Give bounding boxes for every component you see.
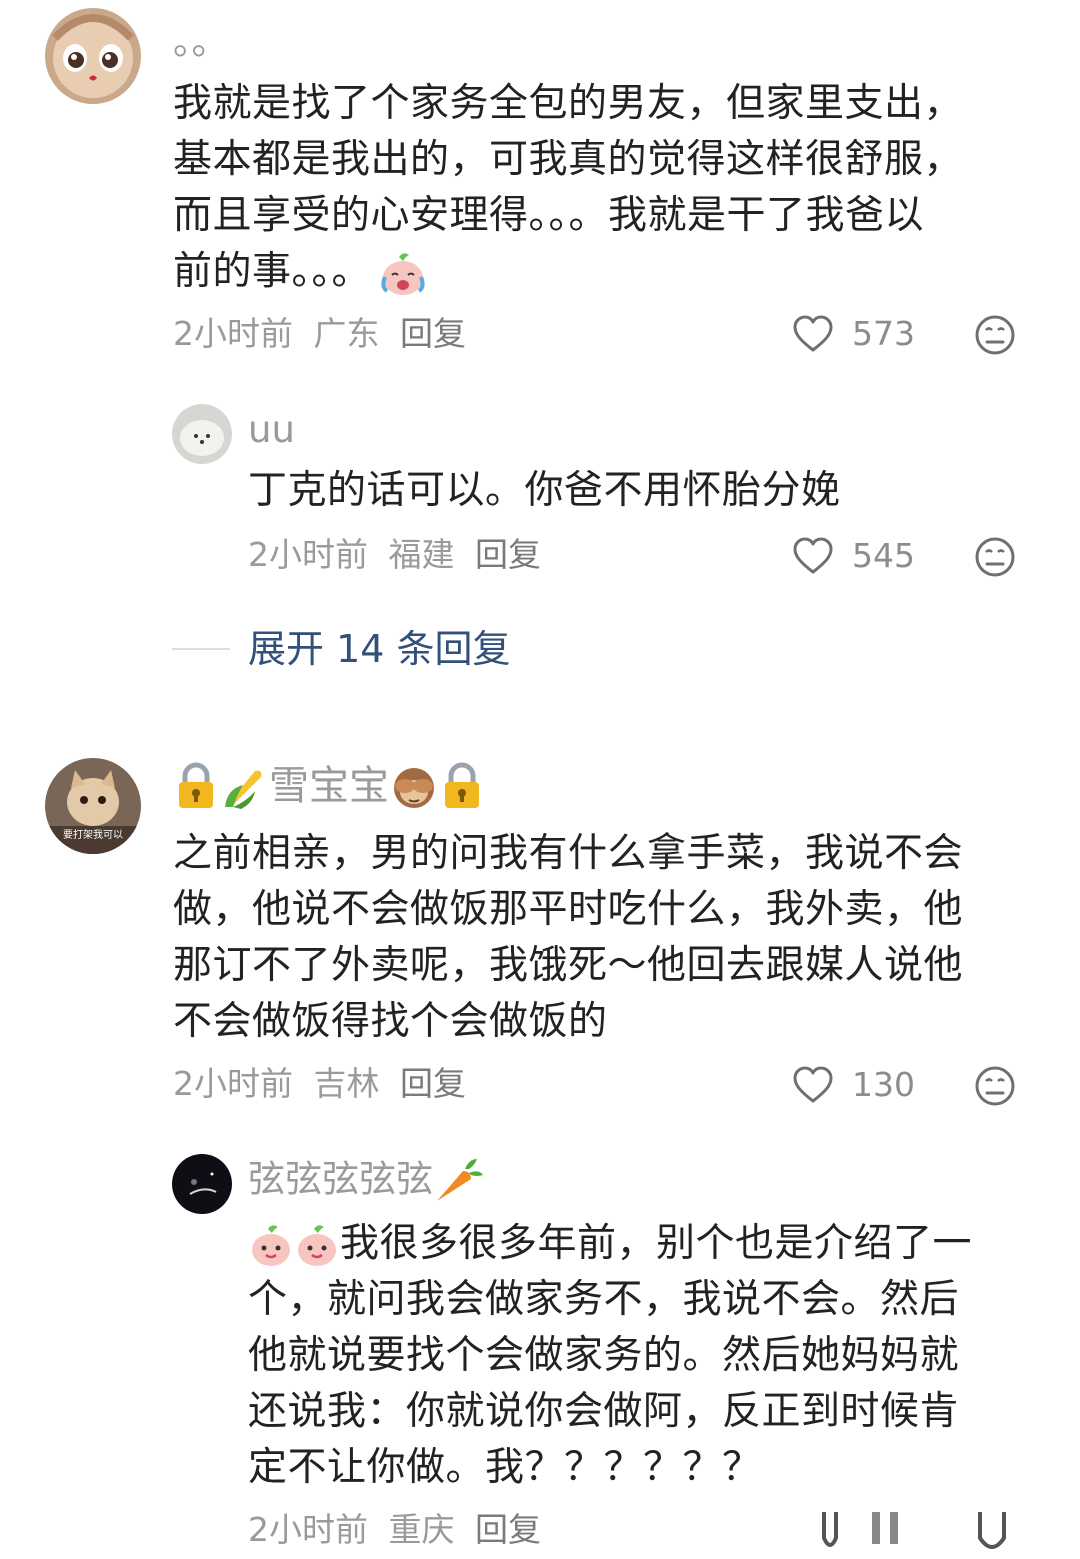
reply-button[interactable]: 回复 [400,314,466,353]
comment-location: 吉林 [313,1064,380,1103]
heart-outline-icon [793,537,833,574]
carrot-icon [433,1157,483,1203]
like-button[interactable]: 545 [792,534,915,578]
reply-location: 福建 [388,535,455,574]
avatar[interactable] [45,8,141,104]
like-count: 573 [852,314,915,353]
lock-icon [173,762,219,810]
neutral-face-icon [975,537,1015,577]
heart-outline-icon [793,315,833,352]
comment-meta: 2小时前 广东 回复 [173,314,476,354]
like-button[interactable]: 130 [792,1063,915,1107]
lock-icon [439,762,485,810]
avatar[interactable]: 要打架我可以 [45,758,141,854]
reply-meta: 2小时前 福建 回复 [248,535,551,575]
neutral-face-icon [975,315,1015,355]
expand-replies-label: 展开 14 条回复 [248,627,511,671]
avatar-caption: 要打架我可以 [63,828,123,841]
see-no-evil-monkey-icon [389,762,439,810]
reply-button[interactable]: 回复 [475,1510,541,1549]
commenter-name[interactable]: 。。 [173,20,229,64]
reply-time: 2小时前 [248,535,368,574]
reply-text: 我很多很多年前，别个也是介绍了一 个，就问我会做家务不，我说不会。然后 他就说要… [248,1221,973,1490]
neutral-face-icon [975,1066,1015,1106]
heart-outline-icon [793,1066,833,1103]
react-button[interactable] [974,536,1016,578]
reply-name[interactable]: 弦弦弦弦弦 [248,1156,483,1203]
comment-time: 2小时前 [173,1064,293,1103]
reply-meta: 2小时前 重庆 回复 [248,1510,551,1550]
smiling-peach-emoji [248,1223,294,1269]
react-button[interactable] [974,314,1016,356]
reply-avatar[interactable] [172,1154,232,1214]
comment-text: 之前相亲，男的问我有什么拿手菜，我说不会 做，他说不会做饭那平时吃什么，我外卖，… [173,831,964,1044]
like-count: 130 [852,1065,915,1104]
commenter-name[interactable]: 雪宝宝 [173,758,485,812]
reply-avatar[interactable] [172,404,232,464]
corn-icon [219,761,269,811]
expand-replies-link[interactable]: 展开 14 条回复 [172,626,511,672]
comment-text: 我就是找了个家务全包的男友，但家里支出， 基本都是我出的，可我真的觉得这样很舒服… [173,76,963,300]
like-button[interactable]: 573 [792,312,915,356]
comment-time: 2小时前 [173,314,293,353]
reply-name[interactable]: uu [248,408,295,452]
reply-button[interactable]: 回复 [400,1064,466,1103]
like-count: 545 [852,536,915,575]
react-button[interactable] [974,1065,1016,1107]
comment-location: 广东 [313,314,380,353]
divider [172,648,230,650]
reply-button[interactable]: 回复 [475,535,541,574]
smiling-peach-emoji [294,1223,340,1269]
reply-location: 重庆 [388,1510,455,1549]
watermark-logo [822,1512,1006,1549]
reply-time: 2小时前 [248,1510,368,1549]
crying-peach-emoji [379,251,427,297]
comment-meta: 2小时前 吉林 回复 [173,1064,476,1104]
reply-text: 丁克的话可以。你爸不用怀胎分娩 [248,468,841,513]
